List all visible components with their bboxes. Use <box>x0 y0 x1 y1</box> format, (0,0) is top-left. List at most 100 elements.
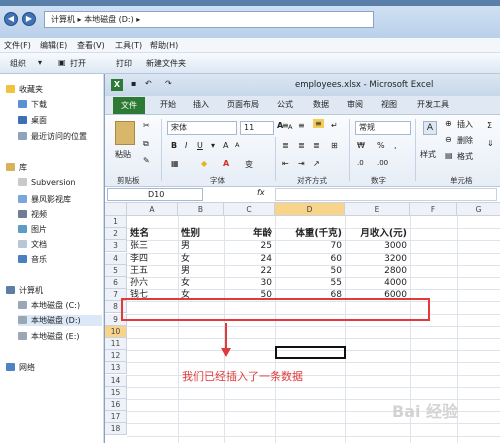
name-box[interactable]: D10 <box>107 188 203 201</box>
tab-developer[interactable]: 开发工具 <box>417 99 449 110</box>
format-cells-icon[interactable]: ▤ <box>445 151 453 160</box>
increase-indent-icon[interactable]: ⇥ <box>298 159 305 168</box>
menu-tools[interactable]: 工具(T) <box>115 40 142 51</box>
cell-b3[interactable]: 男 <box>181 240 224 252</box>
row-header-1[interactable]: 1 <box>105 216 127 228</box>
cell-b4[interactable]: 女 <box>181 253 224 265</box>
cell-e2[interactable]: 月收入(元) <box>348 228 410 240</box>
menu-view[interactable]: 查看(V) <box>77 40 105 51</box>
decrease-indent-icon[interactable]: ⇤ <box>282 159 289 168</box>
shrink-font-icon-2[interactable]: A <box>235 141 239 149</box>
nav-item-downloads[interactable]: 下载 <box>18 99 47 110</box>
insert-cells-button[interactable]: 插入 <box>457 119 473 130</box>
nav-item-drive-c[interactable]: 本地磁盘 (C:) <box>18 300 80 311</box>
tab-insert[interactable]: 插入 <box>193 99 209 110</box>
border-icon[interactable]: ▦ <box>171 159 179 168</box>
open-button[interactable]: 打开 <box>70 58 86 69</box>
tab-data[interactable]: 数据 <box>313 99 329 110</box>
nav-item-music[interactable]: 音乐 <box>18 254 47 265</box>
row-header-18[interactable]: 18 <box>105 423 127 436</box>
cell-a5[interactable]: 王五 <box>130 265 178 277</box>
fx-icon[interactable]: fx <box>257 188 265 197</box>
row-header-14[interactable]: 14 <box>105 374 127 387</box>
bold-icon[interactable]: B <box>171 141 177 150</box>
underline-icon[interactable]: U <box>197 141 203 150</box>
align-top-icon[interactable]: ≡ <box>282 121 289 130</box>
format-cells-button[interactable]: 格式 <box>457 151 473 162</box>
grow-font-icon-2[interactable]: A <box>223 141 228 150</box>
column-header-e[interactable]: E <box>345 203 410 216</box>
wrap-text-icon[interactable]: ↵ <box>331 121 338 130</box>
column-header-b[interactable]: B <box>178 203 224 216</box>
cell-e6[interactable]: 4000 <box>348 277 410 289</box>
nav-item-storm[interactable]: 暴风影视库 <box>18 194 71 205</box>
cell-e5[interactable]: 2800 <box>348 265 410 277</box>
tab-home[interactable]: 开始 <box>160 99 176 110</box>
nav-item-subversion[interactable]: Subversion <box>18 178 76 187</box>
tab-view[interactable]: 视图 <box>381 99 397 110</box>
comma-icon[interactable]: , <box>394 141 397 150</box>
cell-c5[interactable]: 22 <box>227 265 275 277</box>
fill-color-icon[interactable]: ◆ <box>201 159 207 168</box>
row-header-17[interactable]: 17 <box>105 411 127 424</box>
delete-cells-button[interactable]: 删除 <box>457 135 473 146</box>
nav-item-desktop[interactable]: 桌面 <box>18 115 47 126</box>
tab-formulas[interactable]: 公式 <box>277 99 293 110</box>
align-right-icon[interactable]: ≣ <box>313 141 320 150</box>
cell-d2[interactable]: 体重(千克) <box>278 228 345 240</box>
row-header-11[interactable]: 11 <box>105 338 127 350</box>
nav-library[interactable]: 库 <box>6 162 27 173</box>
formula-input[interactable] <box>275 188 497 201</box>
currency-icon[interactable]: ₩ <box>357 141 365 150</box>
delete-cells-icon[interactable]: ⊖ <box>445 135 452 144</box>
row-header-12[interactable]: 12 <box>105 350 127 363</box>
nav-item-drive-e[interactable]: 本地磁盘 (E:) <box>18 331 80 342</box>
fill-icon[interactable]: ⇓ <box>487 139 494 148</box>
menu-file[interactable]: 文件(F) <box>4 40 31 51</box>
breadcrumb-drive-d[interactable]: 本地磁盘 (D:) <box>84 15 134 24</box>
copy-icon[interactable]: ⧉ <box>143 139 149 149</box>
increase-decimal-icon[interactable]: .0 <box>357 159 364 167</box>
cell-c6[interactable]: 30 <box>227 277 275 289</box>
number-format-select[interactable]: 常规 <box>355 121 411 135</box>
row-header-5[interactable]: 5 <box>105 264 127 277</box>
orientation-icon[interactable]: ↗ <box>313 159 320 168</box>
italic-icon[interactable]: I <box>185 141 187 150</box>
align-middle-icon[interactable]: ≡ <box>298 121 305 130</box>
tab-file[interactable]: 文件 <box>113 97 145 114</box>
tab-review[interactable]: 审阅 <box>347 99 363 110</box>
organize-button[interactable]: 组织 <box>10 58 26 69</box>
column-header-f[interactable]: F <box>410 203 457 216</box>
nav-item-pictures[interactable]: 图片 <box>18 224 47 235</box>
cell-e3[interactable]: 3000 <box>348 240 410 252</box>
cell-d6[interactable]: 55 <box>278 277 345 289</box>
row-header-3[interactable]: 3 <box>105 240 127 253</box>
nav-item-recent[interactable]: 最近访问的位置 <box>18 131 87 142</box>
font-name-select[interactable]: 宋体 <box>167 121 237 135</box>
align-center-icon[interactable]: ≣ <box>298 141 305 150</box>
nav-favorites[interactable]: 收藏夹 <box>6 84 43 95</box>
cell-d4[interactable]: 60 <box>278 253 345 265</box>
cell-b6[interactable]: 女 <box>181 277 224 289</box>
redo-icon[interactable]: ↷ <box>165 79 172 88</box>
undo-icon[interactable]: ↶ <box>145 79 152 88</box>
nav-item-videos[interactable]: 视频 <box>18 209 47 220</box>
row-header-6[interactable]: 6 <box>105 277 127 289</box>
row-header-16[interactable]: 16 <box>105 399 127 411</box>
select-all-corner[interactable] <box>105 203 127 216</box>
column-header-d[interactable]: D <box>275 203 345 216</box>
cell-d3[interactable]: 70 <box>278 240 345 252</box>
insert-cells-icon[interactable]: ⊕ <box>445 119 452 128</box>
merge-icon[interactable]: ⊞ <box>331 141 338 150</box>
cell-c3[interactable]: 25 <box>227 240 275 252</box>
underline-dropdown-icon[interactable]: ▾ <box>211 141 215 150</box>
breadcrumb-computer[interactable]: 计算机 <box>51 15 75 24</box>
align-left-icon[interactable]: ≣ <box>282 141 289 150</box>
cell-d5[interactable]: 50 <box>278 265 345 277</box>
cut-icon[interactable]: ✂ <box>143 121 150 130</box>
cell-b5[interactable]: 男 <box>181 265 224 277</box>
font-color-icon[interactable]: A <box>223 159 229 168</box>
nav-computer[interactable]: 计算机 <box>6 285 43 296</box>
cell-a6[interactable]: 孙六 <box>130 277 178 289</box>
organize-dropdown-icon[interactable]: ▾ <box>38 58 42 67</box>
